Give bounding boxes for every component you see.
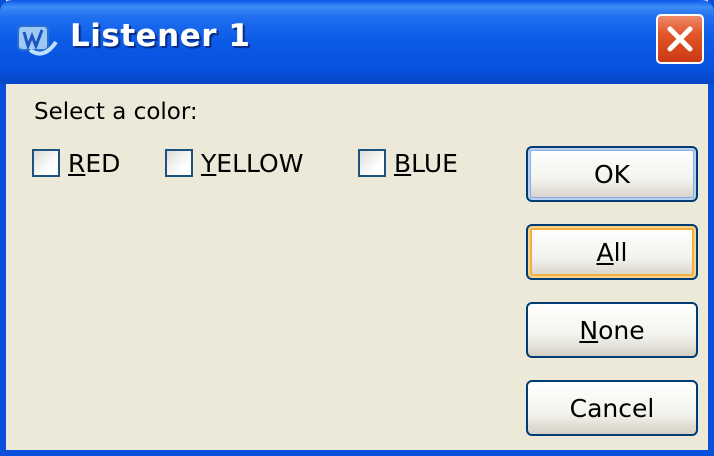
none-button[interactable]: None [526,302,698,358]
dialog-window: Listener 1 Select a color: RED YELLOW BL… [0,0,714,456]
checkbox-blue-label: BLUE [394,148,458,178]
lw-app-icon [17,25,58,56]
all-button[interactable]: All [526,224,698,280]
checkbox-red-box[interactable] [32,149,60,177]
checkbox-blue-box[interactable] [358,149,386,177]
checkbox-red[interactable]: RED [32,146,120,180]
close-icon [667,26,693,52]
checkbox-yellow-label: YELLOW [201,148,304,178]
checkbox-yellow[interactable]: YELLOW [165,146,303,180]
ok-button[interactable]: OK [526,146,698,202]
checkbox-yellow-box[interactable] [165,149,193,177]
close-button[interactable] [656,14,704,64]
title-bar[interactable]: Listener 1 [0,0,714,84]
cancel-button[interactable]: Cancel [526,380,698,436]
checkbox-blue[interactable]: BLUE [358,146,458,180]
checkbox-red-label: RED [68,148,121,178]
prompt-label: Select a color: [34,99,198,125]
window-title: Listener 1 [70,18,251,54]
